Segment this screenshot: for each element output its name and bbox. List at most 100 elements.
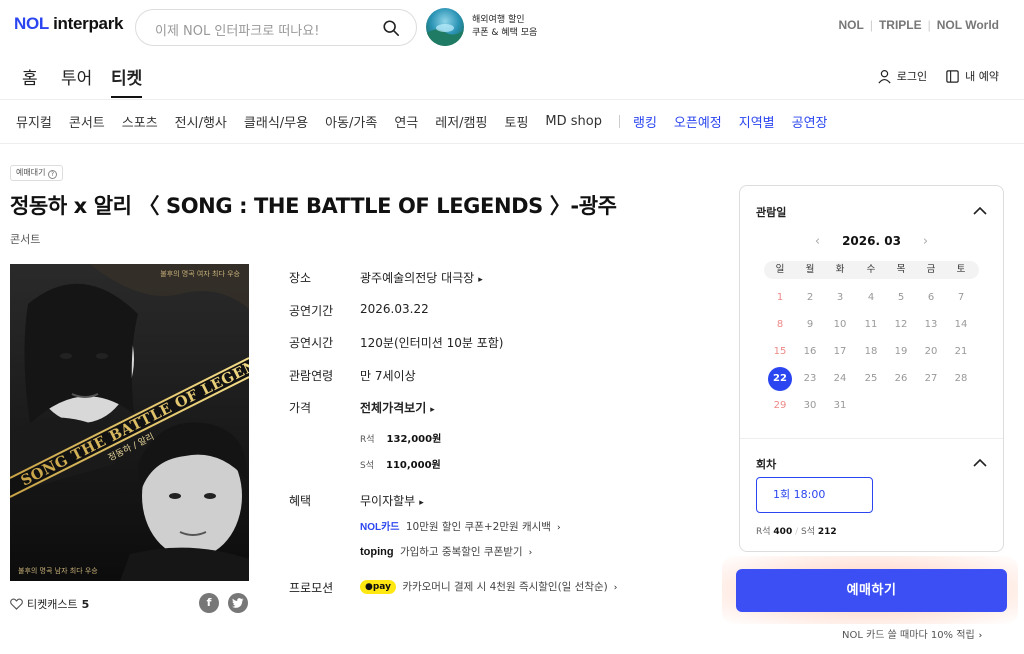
price-label: 가격 <box>289 401 312 415</box>
login-link[interactable]: 로그인 <box>877 68 927 84</box>
nol-card-benefit[interactable]: NOL카드 10만원 할인 쿠폰+2만원 캐시백 › <box>360 518 561 534</box>
brand-nolworld-link[interactable]: NOL World <box>937 18 999 32</box>
chevron-up-icon[interactable] <box>973 206 987 215</box>
category-region[interactable]: 지역별 <box>739 112 775 131</box>
nol-card-earn-link[interactable]: NOL 카드 쓸 때마다 10% 적립 › <box>842 626 982 641</box>
calendar-day[interactable]: 27 <box>919 367 943 391</box>
booking-panel: 관람일 ‹ 2026. 03 › 회차 1회 18:00 R석 400 / S석 2… <box>739 185 1004 552</box>
category-ranking[interactable]: 랭킹 <box>633 112 657 131</box>
seat-grade: R석 <box>360 435 375 445</box>
category-kids[interactable]: 아동/가족 <box>325 112 377 131</box>
calendar-day[interactable]: 11 <box>859 313 883 337</box>
calendar-day[interactable]: 25 <box>859 367 883 391</box>
calendar-day[interactable]: 30 <box>798 394 822 418</box>
calendar-day[interactable]: 5 <box>889 286 913 310</box>
seat-availability: R석 400 / S석 212 <box>756 527 837 537</box>
category-exhibition[interactable]: 전시/행사 <box>175 112 227 131</box>
calendar-day[interactable]: 9 <box>798 313 822 337</box>
category-concert[interactable]: 콘서트 <box>69 112 105 131</box>
calendar-day[interactable]: 20 <box>919 340 943 364</box>
calendar-day[interactable]: 6 <box>919 286 943 310</box>
venue-link[interactable]: 광주예술의전당 대극장 ▸ <box>360 269 483 286</box>
calendar-day[interactable]: 8 <box>768 313 792 337</box>
calendar-day[interactable]: 2 <box>798 286 822 310</box>
like-button[interactable]: 티켓캐스트 5 <box>10 596 89 612</box>
category-leisure[interactable]: 레저/캠핑 <box>435 112 487 131</box>
tab-tour[interactable]: 투어 <box>61 64 92 89</box>
seat-grade: S석 <box>360 461 374 471</box>
brand-triple-link[interactable]: TRIPLE <box>879 18 922 32</box>
poster-top-caption: 불후의 명곡 여자 최다 우승 <box>160 269 240 278</box>
weekday-label: 일 <box>775 264 785 275</box>
facebook-share-icon[interactable]: f <box>199 593 219 613</box>
category-md-shop[interactable]: MD shop <box>545 114 602 129</box>
promo-banner-text[interactable]: 해외여행 할인 쿠폰 & 혜택 모음 <box>472 14 537 40</box>
tab-ticket[interactable]: 티켓 <box>111 64 143 98</box>
view-all-prices-link[interactable]: 전체가격보기 ▸ <box>360 399 435 416</box>
book-button[interactable]: 예매하기 <box>736 569 1007 612</box>
calendar-day[interactable]: 24 <box>828 367 852 391</box>
category-classic[interactable]: 클래식/무용 <box>244 112 308 131</box>
calendar-day[interactable]: 13 <box>919 313 943 337</box>
logo-prefix: NOL <box>14 14 49 33</box>
calendar-day[interactable]: 7 <box>949 286 973 310</box>
kakaopay-promotion[interactable]: ●pay 카카오머니 결제 시 4천원 즉시할인(일 선착순) › <box>360 579 617 594</box>
twitter-share-icon[interactable] <box>228 593 248 613</box>
poster-image[interactable]: SONG THE BATTLE OF LEGENDS 정동하 / 알리 불후의 … <box>10 264 249 581</box>
search-box[interactable]: 이제 NOL 인터파크로 떠나요! <box>135 9 417 46</box>
price-value: 전체가격보기 <box>360 401 427 415</box>
category-toping[interactable]: 토핑 <box>504 112 528 131</box>
price-row-s: S석 110,000원 <box>360 456 441 471</box>
calendar-day[interactable]: 10 <box>828 313 852 337</box>
tab-home[interactable]: 홈 <box>22 64 38 89</box>
calendar-day[interactable]: 17 <box>828 340 852 364</box>
calendar-day[interactable]: 16 <box>798 340 822 364</box>
promo-lagoon-illustration <box>426 24 464 46</box>
badge-label: 예매대기 <box>16 168 46 177</box>
calendar-day[interactable]: 23 <box>798 367 822 391</box>
heart-icon <box>10 598 23 610</box>
my-booking-link[interactable]: 내 예약 <box>945 68 999 84</box>
prev-month-icon[interactable]: ‹ <box>815 234 820 249</box>
search-icon[interactable] <box>382 19 400 37</box>
calendar-day[interactable]: 29 <box>768 394 792 418</box>
brand-nol-link[interactable]: NOL <box>839 18 864 32</box>
toping-benefit[interactable]: toping 가입하고 중복할인 쿠폰받기 › <box>360 544 532 559</box>
category-sports[interactable]: 스포츠 <box>122 112 158 131</box>
seat-s-label: S석 <box>801 527 816 537</box>
date-heading: 관람일 <box>756 206 787 219</box>
next-month-icon[interactable]: › <box>923 234 928 249</box>
calendar-day[interactable]: 1 <box>768 286 792 310</box>
search-input[interactable]: 이제 NOL 인터파크로 떠나요! <box>155 20 319 39</box>
weekday-label: 월 <box>805 264 815 275</box>
chevron-up-icon[interactable] <box>973 458 987 467</box>
category-upcoming[interactable]: 오픈예정 <box>674 112 722 131</box>
category-play[interactable]: 연극 <box>394 112 418 131</box>
status-badge[interactable]: 예매대기 ? <box>10 165 63 181</box>
category-venue[interactable]: 공연장 <box>792 112 828 131</box>
calendar-day[interactable]: 26 <box>889 367 913 391</box>
calendar-day[interactable]: 15 <box>768 340 792 364</box>
kakaopay-brand: pay <box>372 582 391 592</box>
calendar-day[interactable]: 21 <box>949 340 973 364</box>
chevron-right-icon: › <box>613 583 618 593</box>
calendar-day[interactable]: 4 <box>859 286 883 310</box>
promo-line-1: 해외여행 할인 <box>472 15 525 25</box>
installment-link[interactable]: 무이자할부 ▸ <box>360 492 424 509</box>
calendar-day[interactable]: 14 <box>949 313 973 337</box>
calendar-day[interactable]: 18 <box>859 340 883 364</box>
calendar-day[interactable]: 19 <box>889 340 913 364</box>
calendar-day[interactable]: 28 <box>949 367 973 391</box>
calendar-day[interactable]: 3 <box>828 286 852 310</box>
nol-interpark-logo[interactable]: NOL interpark <box>14 14 123 34</box>
seat-price: 110,000원 <box>386 460 441 471</box>
calendar-day-selected[interactable]: 22 <box>768 367 792 391</box>
calendar-day[interactable]: 31 <box>828 394 852 418</box>
venue-value: 광주예술의전당 대극장 <box>360 271 475 285</box>
promo-banner-image[interactable] <box>426 8 464 46</box>
benefit-value: 무이자할부 <box>360 494 416 508</box>
session-option[interactable]: 1회 18:00 <box>756 477 873 513</box>
likes-count: 5 <box>81 597 90 611</box>
calendar-day[interactable]: 12 <box>889 313 913 337</box>
category-musical[interactable]: 뮤지컬 <box>16 112 52 131</box>
